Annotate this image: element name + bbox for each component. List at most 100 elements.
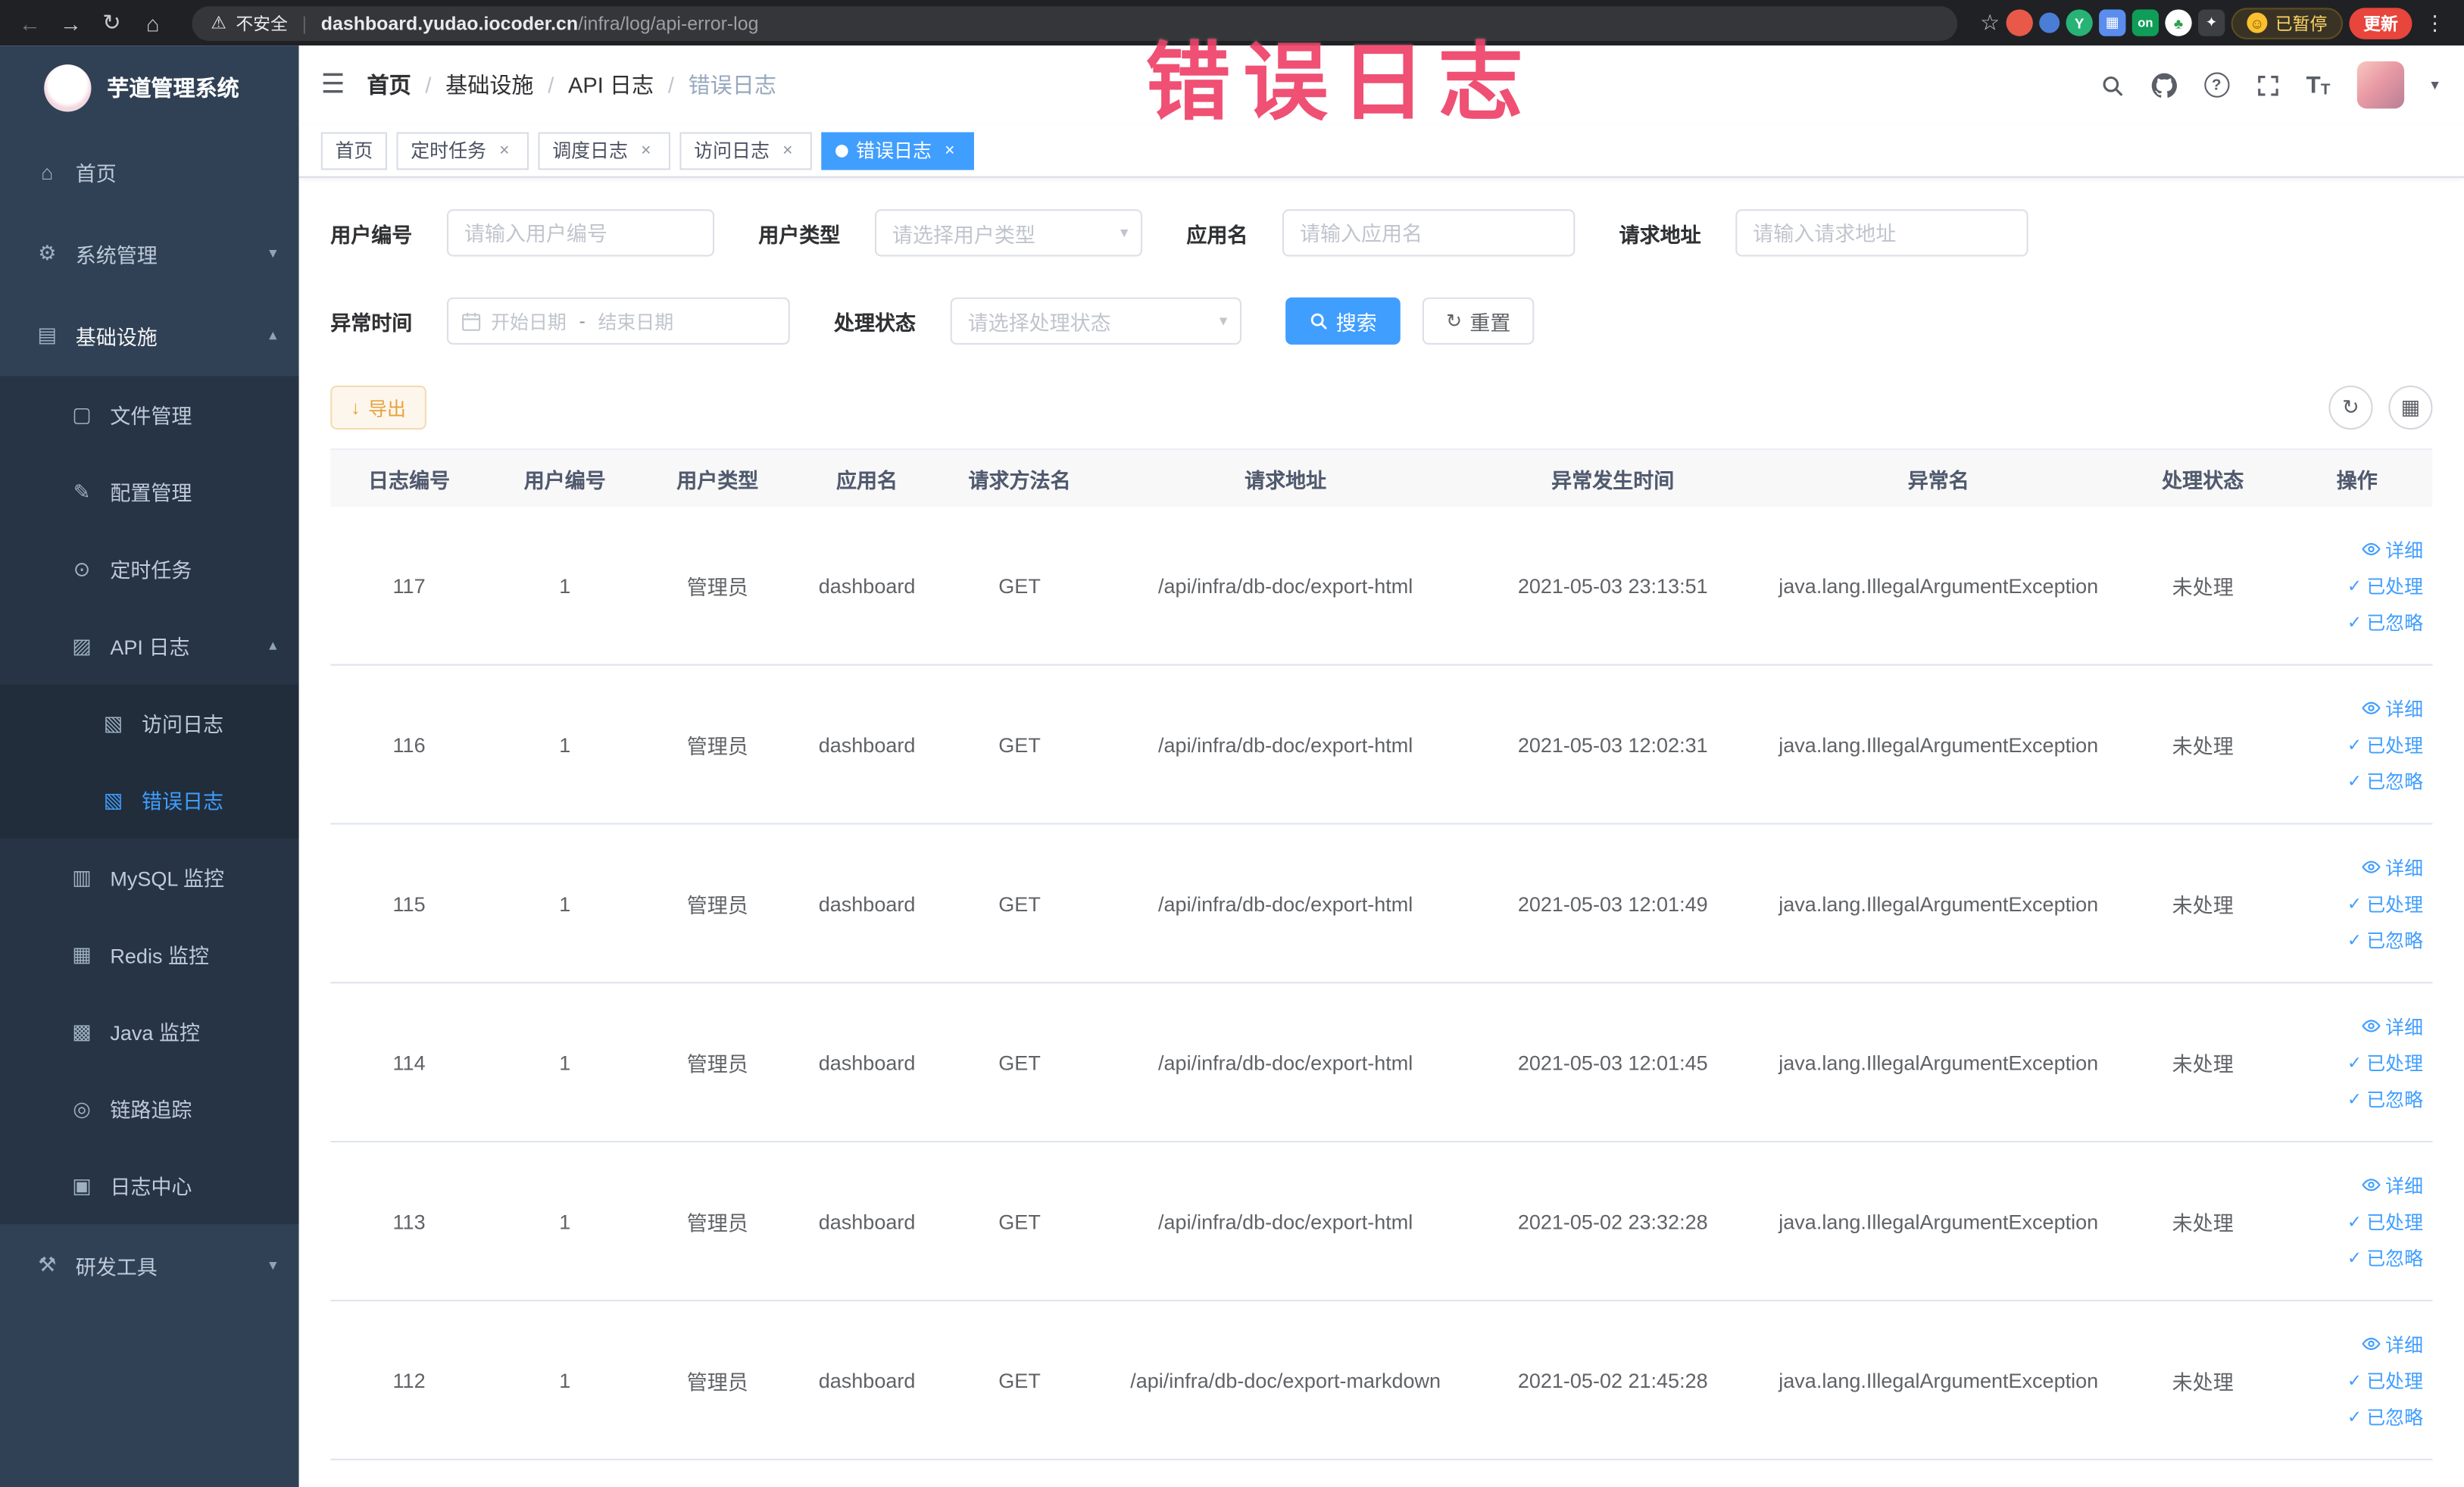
sidebar-item-system[interactable]: ⚙ 系统管理 ▾ (0, 212, 299, 294)
github-icon[interactable] (2150, 72, 2177, 98)
search-icon[interactable] (2100, 73, 2124, 97)
extension-icon-4[interactable]: ▦ (2099, 9, 2126, 36)
ignored-link[interactable]: ✓ 已忽略 (2347, 1244, 2423, 1270)
eye-icon (2362, 1179, 2381, 1192)
sidebar-item-api-log[interactable]: ▨ API 日志 ▴ (0, 607, 299, 685)
fullscreen-icon[interactable] (2256, 73, 2279, 97)
cell-actions: 详细 ✓ 已处理 ✓ 已忽略 (2281, 666, 2432, 823)
detail-link[interactable]: 详细 (2362, 536, 2423, 562)
cell-log-id: 113 (392, 1209, 426, 1233)
check-icon: ✓ (2347, 1248, 2362, 1268)
ignored-link[interactable]: ✓ 已忽略 (2347, 608, 2423, 635)
cell-time: 2021-05-03 12:01:45 (1517, 1050, 1708, 1074)
detail-link[interactable]: 详细 (2362, 1013, 2423, 1039)
eye-icon (2362, 861, 2381, 873)
close-icon[interactable]: × (636, 140, 656, 161)
browser-home-icon[interactable]: ⌂ (136, 5, 170, 40)
table-row: 116 1 管理员 dashboard GET /api/infra/db-do… (330, 666, 2433, 825)
help-icon[interactable]: ? (2203, 72, 2229, 98)
app-name-input[interactable] (1282, 209, 1576, 257)
extension-icon-6[interactable]: ♣ (2165, 9, 2192, 36)
table-toolbar: ↓ 导出 ↻ ▦ (330, 385, 2433, 430)
hamburger-icon[interactable]: ☰ (321, 69, 345, 101)
extension-icon-3[interactable]: Y (2066, 9, 2093, 36)
breadcrumb-error-log: 错误日志 (688, 72, 776, 98)
app-logo[interactable]: 芋道管理系统 (0, 45, 299, 130)
extension-icon-2[interactable] (2039, 12, 2060, 33)
processed-link[interactable]: ✓ 已处理 (2347, 572, 2423, 598)
user-id-input[interactable] (446, 209, 715, 257)
processed-link[interactable]: ✓ 已处理 (2347, 731, 2423, 758)
user-avatar[interactable] (2356, 61, 2405, 109)
sidebar-item-dev-tools[interactable]: ⚒ 研发工具 ▾ (0, 1224, 299, 1306)
avatar-caret-icon[interactable]: ▾ (2431, 77, 2438, 94)
filter-exception-time: 异常时间 开始日期 - 结束日期 (330, 297, 790, 345)
detail-link[interactable]: 详细 (2362, 1172, 2423, 1198)
mysql-icon: ▥ (72, 864, 92, 889)
reset-button[interactable]: ↻ 重置 (1422, 297, 1535, 345)
sidebar-item-infrastructure[interactable]: ▤ 基础设施 ▴ (0, 294, 299, 376)
browser-back-icon[interactable]: ← (13, 5, 48, 40)
search-button[interactable]: 搜索 (1285, 297, 1401, 345)
breadcrumb-home[interactable]: 首页 (367, 69, 411, 101)
tag-error-log[interactable]: 错误日志 × (821, 131, 975, 170)
browser-forward-icon[interactable]: → (54, 5, 89, 40)
sidebar-item-config-management[interactable]: ✎ 配置管理 (0, 453, 299, 531)
processed-link[interactable]: ✓ 已处理 (2347, 890, 2423, 917)
tag-home[interactable]: 首页 (320, 131, 388, 170)
close-icon[interactable]: × (494, 140, 514, 161)
sidebar-item-redis-monitor[interactable]: ▦ Redis 监控 (0, 915, 299, 993)
sidebar-item-access-log[interactable]: ▧ 访问日志 (0, 684, 299, 762)
column-settings-button[interactable]: ▦ (2388, 385, 2433, 430)
tag-dispatch-log[interactable]: 调度日志 × (538, 131, 671, 170)
toolbar-right: ↻ ▦ (2328, 385, 2433, 430)
ignored-link[interactable]: ✓ 已忽略 (2347, 767, 2423, 794)
refresh-button[interactable]: ↻ (2328, 385, 2373, 430)
processed-link[interactable]: ✓ 已处理 (2347, 1049, 2423, 1076)
cell-log-id: 117 (392, 573, 426, 598)
tag-access-log[interactable]: 访问日志 × (679, 131, 813, 170)
close-icon[interactable]: × (939, 140, 960, 161)
process-status-select[interactable]: 请选择处理状态 ▾ (950, 297, 1242, 345)
infrastructure-icon: ▤ (37, 322, 58, 347)
user-type-select[interactable]: 请选择用户类型 ▾ (875, 209, 1143, 257)
processed-link[interactable]: ✓ 已处理 (2347, 1207, 2423, 1234)
browser-reload-icon[interactable]: ↻ (95, 5, 130, 40)
browser-menu-icon[interactable]: ⋮ (2419, 11, 2452, 36)
sidebar-item-home[interactable]: ⌂ 首页 (0, 130, 299, 212)
ignored-link[interactable]: ✓ 已忽略 (2347, 926, 2423, 952)
detail-link[interactable]: 详细 (2362, 695, 2423, 721)
export-button[interactable]: ↓ 导出 (330, 385, 426, 430)
sidebar-item-trace[interactable]: ◎ 链路追踪 (0, 1070, 299, 1148)
tag-scheduled-tasks[interactable]: 定时任务 × (396, 131, 529, 170)
browser-update-button[interactable]: 更新 (2349, 7, 2412, 39)
sidebar-item-error-log[interactable]: ▧ 错误日志 (0, 761, 299, 839)
column-header: 用户类型 (676, 467, 759, 492)
ignored-link[interactable]: ✓ 已忽略 (2347, 1085, 2423, 1111)
detail-link[interactable]: 详细 (2362, 1330, 2423, 1357)
ignored-link[interactable]: ✓ 已忽略 (2347, 1403, 2423, 1429)
profile-paused-button[interactable]: ☺ 已暂停 (2231, 7, 2344, 39)
address-bar[interactable]: ⚠ 不安全 | dashboard.yudao.iocoder.cn/infra… (192, 5, 1959, 40)
cell-app-name: dashboard (818, 573, 916, 598)
extension-icon-7[interactable]: ✦ (2197, 9, 2225, 36)
sidebar-item-mysql-monitor[interactable]: ▥ MySQL 监控 (0, 839, 299, 916)
sidebar-item-scheduled-tasks[interactable]: ⊙ 定时任务 (0, 530, 299, 608)
date-end-placeholder[interactable]: 结束日期 (598, 308, 673, 334)
detail-link[interactable]: 详细 (2362, 854, 2423, 880)
font-size-icon[interactable]: TT (2306, 72, 2331, 98)
sidebar-item-java-monitor[interactable]: ▩ Java 监控 (0, 992, 299, 1070)
date-range-picker[interactable]: 开始日期 - 结束日期 (446, 297, 790, 345)
request-url-input[interactable] (1735, 209, 2028, 257)
date-start-placeholder[interactable]: 开始日期 (491, 308, 567, 334)
cell-method: GET (998, 1050, 1041, 1074)
cell-exception: java.lang.IllegalArgumentException (1779, 1368, 2099, 1392)
sidebar-item-log-center[interactable]: ▣ 日志中心 (0, 1147, 299, 1225)
extension-icon-5[interactable]: on (2131, 9, 2160, 36)
processed-link[interactable]: ✓ 已处理 (2347, 1367, 2423, 1393)
sidebar-item-file-management[interactable]: ▢ 文件管理 (0, 376, 299, 454)
bookmark-star-icon[interactable]: ☆ (1980, 9, 2000, 36)
extension-icon-1[interactable] (2006, 9, 2033, 36)
close-icon[interactable]: × (777, 140, 798, 161)
filter-process-status: 处理状态 请选择处理状态 ▾ (834, 297, 1242, 345)
